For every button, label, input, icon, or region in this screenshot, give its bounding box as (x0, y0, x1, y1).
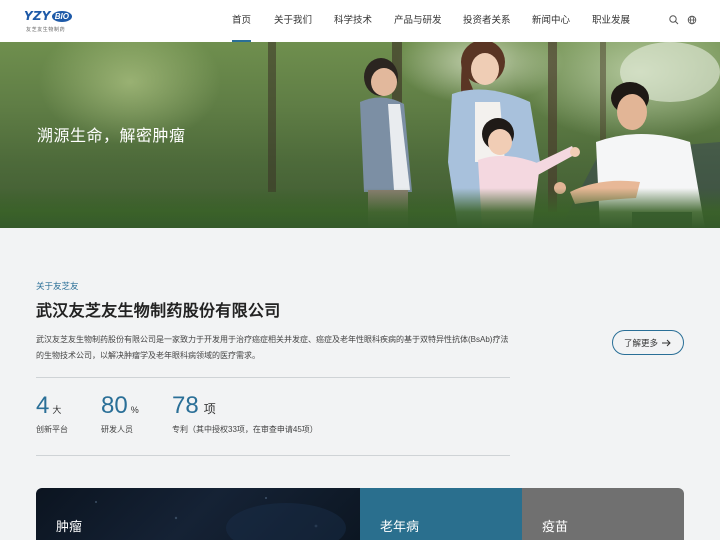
logo-subtitle: 友芝友生物制药 (26, 27, 66, 33)
nav-item-about[interactable]: 关于我们 (274, 0, 312, 42)
globe-icon[interactable] (686, 14, 698, 26)
divider-top (36, 377, 510, 378)
logo-badge: BIO (51, 10, 72, 22)
stat-patents: 78 项 专利（其中授权33项，在审查申请45项） (172, 392, 318, 435)
stat-value: 4 (36, 392, 50, 419)
card-aging[interactable]: 老年病 (360, 488, 522, 540)
company-logo[interactable]: YZY BIO 友芝友生物制药 (24, 7, 72, 35)
stat-label: 研发人员 (101, 425, 133, 434)
search-icon[interactable] (668, 14, 680, 26)
stat-unit: % (130, 405, 139, 415)
card-label: 老年病 (380, 519, 420, 534)
nav-item-home[interactable]: 首页 (232, 0, 252, 42)
about-eyebrow: 关于友芝友 (36, 281, 79, 291)
stat-platforms: 4 大 创新平台 (36, 392, 68, 435)
nav-item-careers[interactable]: 职业发展 (592, 0, 630, 42)
learn-more-label: 了解更多 (624, 338, 659, 348)
card-label: 肿瘤 (56, 519, 83, 534)
logo-wordmark: YZY (24, 9, 51, 23)
nav-item-products[interactable]: 产品与研发 (394, 0, 442, 42)
card-vaccine[interactable]: 疫苗 (522, 488, 684, 540)
logo-mark: YZY BIO (24, 7, 72, 25)
about-title: 武汉友芝友生物制药股份有限公司 (36, 303, 281, 320)
arrow-right-icon (662, 339, 671, 347)
nav-item-news[interactable]: 新闻中心 (532, 0, 570, 42)
stat-label: 专利（其中授权33项，在审查申请45项） (172, 425, 318, 434)
stat-unit: 大 (52, 405, 62, 415)
hero-banner: 溯源生命，解密肿瘤 (0, 42, 720, 228)
stat-value: 78 (172, 392, 199, 419)
divider-bottom (36, 455, 510, 456)
tumor-card-texture (95, 497, 346, 540)
hero-grass (0, 188, 720, 228)
stat-value: 80 (101, 392, 128, 419)
stat-label: 创新平台 (36, 425, 68, 434)
nav-item-investors[interactable]: 投资者关系 (463, 0, 511, 42)
nav-item-science[interactable]: 科学技术 (334, 0, 372, 42)
learn-more-button[interactable]: 了解更多 (612, 330, 684, 355)
hero-title: 溯源生命，解密肿瘤 (37, 128, 186, 145)
about-description: 武汉友芝友生物制药股份有限公司是一家致力于开发用于治疗癌症相关并发症、癌症及老年… (36, 335, 509, 360)
site-header: YZY BIO 友芝友生物制药 首页 关于我们 科学技术 产品与研发 投资者关系… (0, 0, 720, 42)
stat-rd-staff: 80 % 研发人员 (101, 392, 139, 435)
stat-unit: 项 (203, 402, 216, 416)
card-label: 疫苗 (542, 519, 569, 534)
card-tumor[interactable]: 肿瘤 (36, 488, 360, 540)
